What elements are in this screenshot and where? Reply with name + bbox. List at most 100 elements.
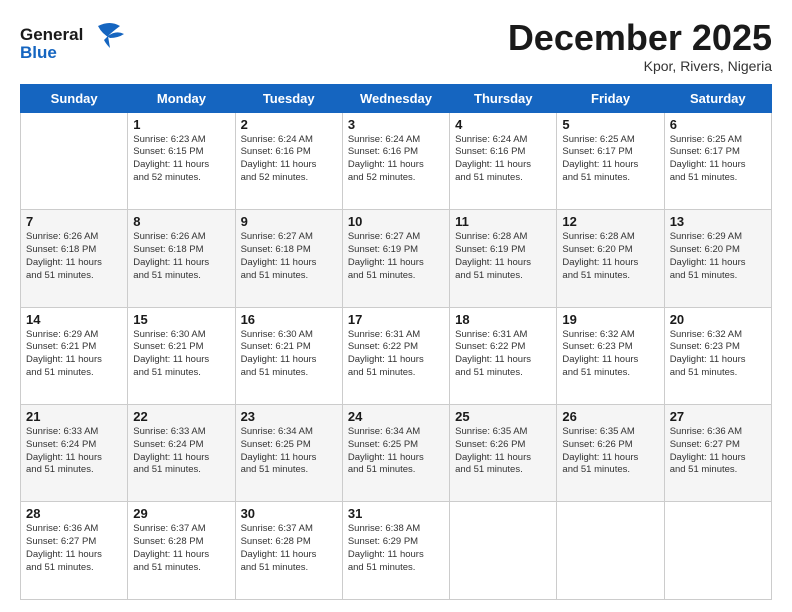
table-row: 31Sunrise: 6:38 AM Sunset: 6:29 PM Dayli…: [342, 502, 449, 600]
col-thursday: Thursday: [450, 84, 557, 112]
table-row: [557, 502, 664, 600]
day-number: 26: [562, 409, 658, 424]
calendar-week-row: 28 Sunrise: 6:36 AM Sunset: 6:27 PM Dayli…: [21, 502, 772, 600]
day-info: Sunrise: 6:35 AM Sunset: 6:26 PM Dayligh…: [562, 426, 658, 477]
table-row: 24 Sunrise: 6:34 AM Sunset: 6:25 PM Dayli…: [342, 405, 449, 502]
day-number: 5: [562, 117, 658, 132]
table-row: [664, 502, 771, 600]
day-info: Sunrise: 6:33 AM Sunset: 6:24 PM Dayligh…: [26, 426, 122, 477]
day-number: 18: [455, 312, 551, 327]
day-info: Sunrise: 6:24 AM Sunset: 6:16 PM Dayligh…: [348, 134, 444, 185]
table-row: 19 Sunrise: 6:32 AM Sunset: 6:23 PM Dayli…: [557, 307, 664, 404]
day-info: Sunrise: 6:28 AM Sunset: 6:19 PM Dayligh…: [455, 231, 551, 282]
day-info: Sunrise: 6:37 AM Sunset: 6:28 PM Dayligh…: [241, 523, 337, 574]
day-number: 12: [562, 214, 658, 229]
day-number: 14: [26, 312, 122, 327]
day-info: Sunrise: 6:32 AM Sunset: 6:23 PM Dayligh…: [670, 329, 766, 380]
day-number: 16: [241, 312, 337, 327]
day-number: 25: [455, 409, 551, 424]
day-number: 29: [133, 506, 229, 521]
day-info: Sunrise: 6:34 AM Sunset: 6:25 PM Dayligh…: [348, 426, 444, 477]
day-info: Sunrise: 6:27 AM Sunset: 6:19 PM Dayligh…: [348, 231, 444, 282]
day-number: 22: [133, 409, 229, 424]
table-row: 1 Sunrise: 6:23 AM Sunset: 6:15 PM Daylig…: [128, 112, 235, 209]
calendar-week-row: 1 Sunrise: 6:23 AM Sunset: 6:15 PM Daylig…: [21, 112, 772, 209]
logo-text: General Blue: [20, 18, 130, 71]
header: General Blue December 2025 Kpor, Rivers,…: [20, 18, 772, 74]
day-number: 21: [26, 409, 122, 424]
table-row: 13Sunrise: 6:29 AM Sunset: 6:20 PM Dayli…: [664, 210, 771, 307]
calendar-week-row: 7 Sunrise: 6:26 AM Sunset: 6:18 PM Daylig…: [21, 210, 772, 307]
calendar-week-row: 14 Sunrise: 6:29 AM Sunset: 6:21 PM Dayli…: [21, 307, 772, 404]
table-row: 10 Sunrise: 6:27 AM Sunset: 6:19 PM Dayli…: [342, 210, 449, 307]
table-row: 20 Sunrise: 6:32 AM Sunset: 6:23 PM Dayli…: [664, 307, 771, 404]
day-info: Sunrise: 6:34 AM Sunset: 6:25 PM Dayligh…: [241, 426, 337, 477]
table-row: [21, 112, 128, 209]
table-row: 15 Sunrise: 6:30 AM Sunset: 6:21 PM Dayli…: [128, 307, 235, 404]
day-info: Sunrise: 6:23 AM Sunset: 6:15 PM Dayligh…: [133, 134, 229, 185]
table-row: 2 Sunrise: 6:24 AM Sunset: 6:16 PM Daylig…: [235, 112, 342, 209]
table-row: 5 Sunrise: 6:25 AM Sunset: 6:17 PM Daylig…: [557, 112, 664, 209]
table-row: 16 Sunrise: 6:30 AM Sunset: 6:21 PM Dayli…: [235, 307, 342, 404]
table-row: 28 Sunrise: 6:36 AM Sunset: 6:27 PM Dayli…: [21, 502, 128, 600]
table-row: 11 Sunrise: 6:28 AM Sunset: 6:19 PM Dayli…: [450, 210, 557, 307]
table-row: 8Sunrise: 6:26 AM Sunset: 6:18 PM Daylig…: [128, 210, 235, 307]
calendar-header-row: Sunday Monday Tuesday Wednesday Thursday…: [21, 84, 772, 112]
col-monday: Monday: [128, 84, 235, 112]
svg-text:Blue: Blue: [20, 43, 57, 62]
day-info: Sunrise: 6:30 AM Sunset: 6:21 PM Dayligh…: [241, 329, 337, 380]
table-row: 22 Sunrise: 6:33 AM Sunset: 6:24 PM Dayli…: [128, 405, 235, 502]
calendar-week-row: 21 Sunrise: 6:33 AM Sunset: 6:24 PM Dayli…: [21, 405, 772, 502]
day-number: 7: [26, 214, 122, 229]
page: General Blue December 2025 Kpor, Rivers,…: [0, 0, 792, 612]
day-number: 27: [670, 409, 766, 424]
day-number: 28: [26, 506, 122, 521]
day-info: Sunrise: 6:29 AM Sunset: 6:21 PM Dayligh…: [26, 329, 122, 380]
day-info: Sunrise: 6:33 AM Sunset: 6:24 PM Dayligh…: [133, 426, 229, 477]
day-info: Sunrise: 6:36 AM Sunset: 6:27 PM Dayligh…: [26, 523, 122, 574]
table-row: 4Sunrise: 6:24 AM Sunset: 6:16 PM Daylig…: [450, 112, 557, 209]
day-number: 10: [348, 214, 444, 229]
day-number: 8: [133, 214, 229, 229]
col-tuesday: Tuesday: [235, 84, 342, 112]
day-info: Sunrise: 6:30 AM Sunset: 6:21 PM Dayligh…: [133, 329, 229, 380]
table-row: 23 Sunrise: 6:34 AM Sunset: 6:25 PM Dayli…: [235, 405, 342, 502]
day-number: 24: [348, 409, 444, 424]
location: Kpor, Rivers, Nigeria: [508, 58, 772, 74]
table-row: 14 Sunrise: 6:29 AM Sunset: 6:21 PM Dayli…: [21, 307, 128, 404]
table-row: 21 Sunrise: 6:33 AM Sunset: 6:24 PM Dayli…: [21, 405, 128, 502]
day-info: Sunrise: 6:24 AM Sunset: 6:16 PM Dayligh…: [241, 134, 337, 185]
table-row: 30Sunrise: 6:37 AM Sunset: 6:28 PM Dayli…: [235, 502, 342, 600]
col-sunday: Sunday: [21, 84, 128, 112]
logo: General Blue: [20, 18, 130, 71]
day-number: 15: [133, 312, 229, 327]
day-info: Sunrise: 6:26 AM Sunset: 6:18 PM Dayligh…: [26, 231, 122, 282]
table-row: 26 Sunrise: 6:35 AM Sunset: 6:26 PM Dayli…: [557, 405, 664, 502]
table-row: 18 Sunrise: 6:31 AM Sunset: 6:22 PM Dayli…: [450, 307, 557, 404]
day-number: 19: [562, 312, 658, 327]
day-number: 17: [348, 312, 444, 327]
month-title: December 2025: [508, 18, 772, 58]
day-info: Sunrise: 6:36 AM Sunset: 6:27 PM Dayligh…: [670, 426, 766, 477]
table-row: 27 Sunrise: 6:36 AM Sunset: 6:27 PM Dayli…: [664, 405, 771, 502]
table-row: 9Sunrise: 6:27 AM Sunset: 6:18 PM Daylig…: [235, 210, 342, 307]
day-info: Sunrise: 6:32 AM Sunset: 6:23 PM Dayligh…: [562, 329, 658, 380]
day-number: 11: [455, 214, 551, 229]
day-number: 9: [241, 214, 337, 229]
day-number: 20: [670, 312, 766, 327]
day-number: 4: [455, 117, 551, 132]
day-number: 2: [241, 117, 337, 132]
table-row: 29Sunrise: 6:37 AM Sunset: 6:28 PM Dayli…: [128, 502, 235, 600]
calendar-table: Sunday Monday Tuesday Wednesday Thursday…: [20, 84, 772, 600]
day-number: 6: [670, 117, 766, 132]
day-number: 23: [241, 409, 337, 424]
day-info: Sunrise: 6:31 AM Sunset: 6:22 PM Dayligh…: [348, 329, 444, 380]
day-info: Sunrise: 6:38 AM Sunset: 6:29 PM Dayligh…: [348, 523, 444, 574]
table-row: 25 Sunrise: 6:35 AM Sunset: 6:26 PM Dayli…: [450, 405, 557, 502]
day-info: Sunrise: 6:25 AM Sunset: 6:17 PM Dayligh…: [562, 134, 658, 185]
title-block: December 2025 Kpor, Rivers, Nigeria: [508, 18, 772, 74]
day-info: Sunrise: 6:31 AM Sunset: 6:22 PM Dayligh…: [455, 329, 551, 380]
day-number: 1: [133, 117, 229, 132]
day-info: Sunrise: 6:28 AM Sunset: 6:20 PM Dayligh…: [562, 231, 658, 282]
day-info: Sunrise: 6:35 AM Sunset: 6:26 PM Dayligh…: [455, 426, 551, 477]
